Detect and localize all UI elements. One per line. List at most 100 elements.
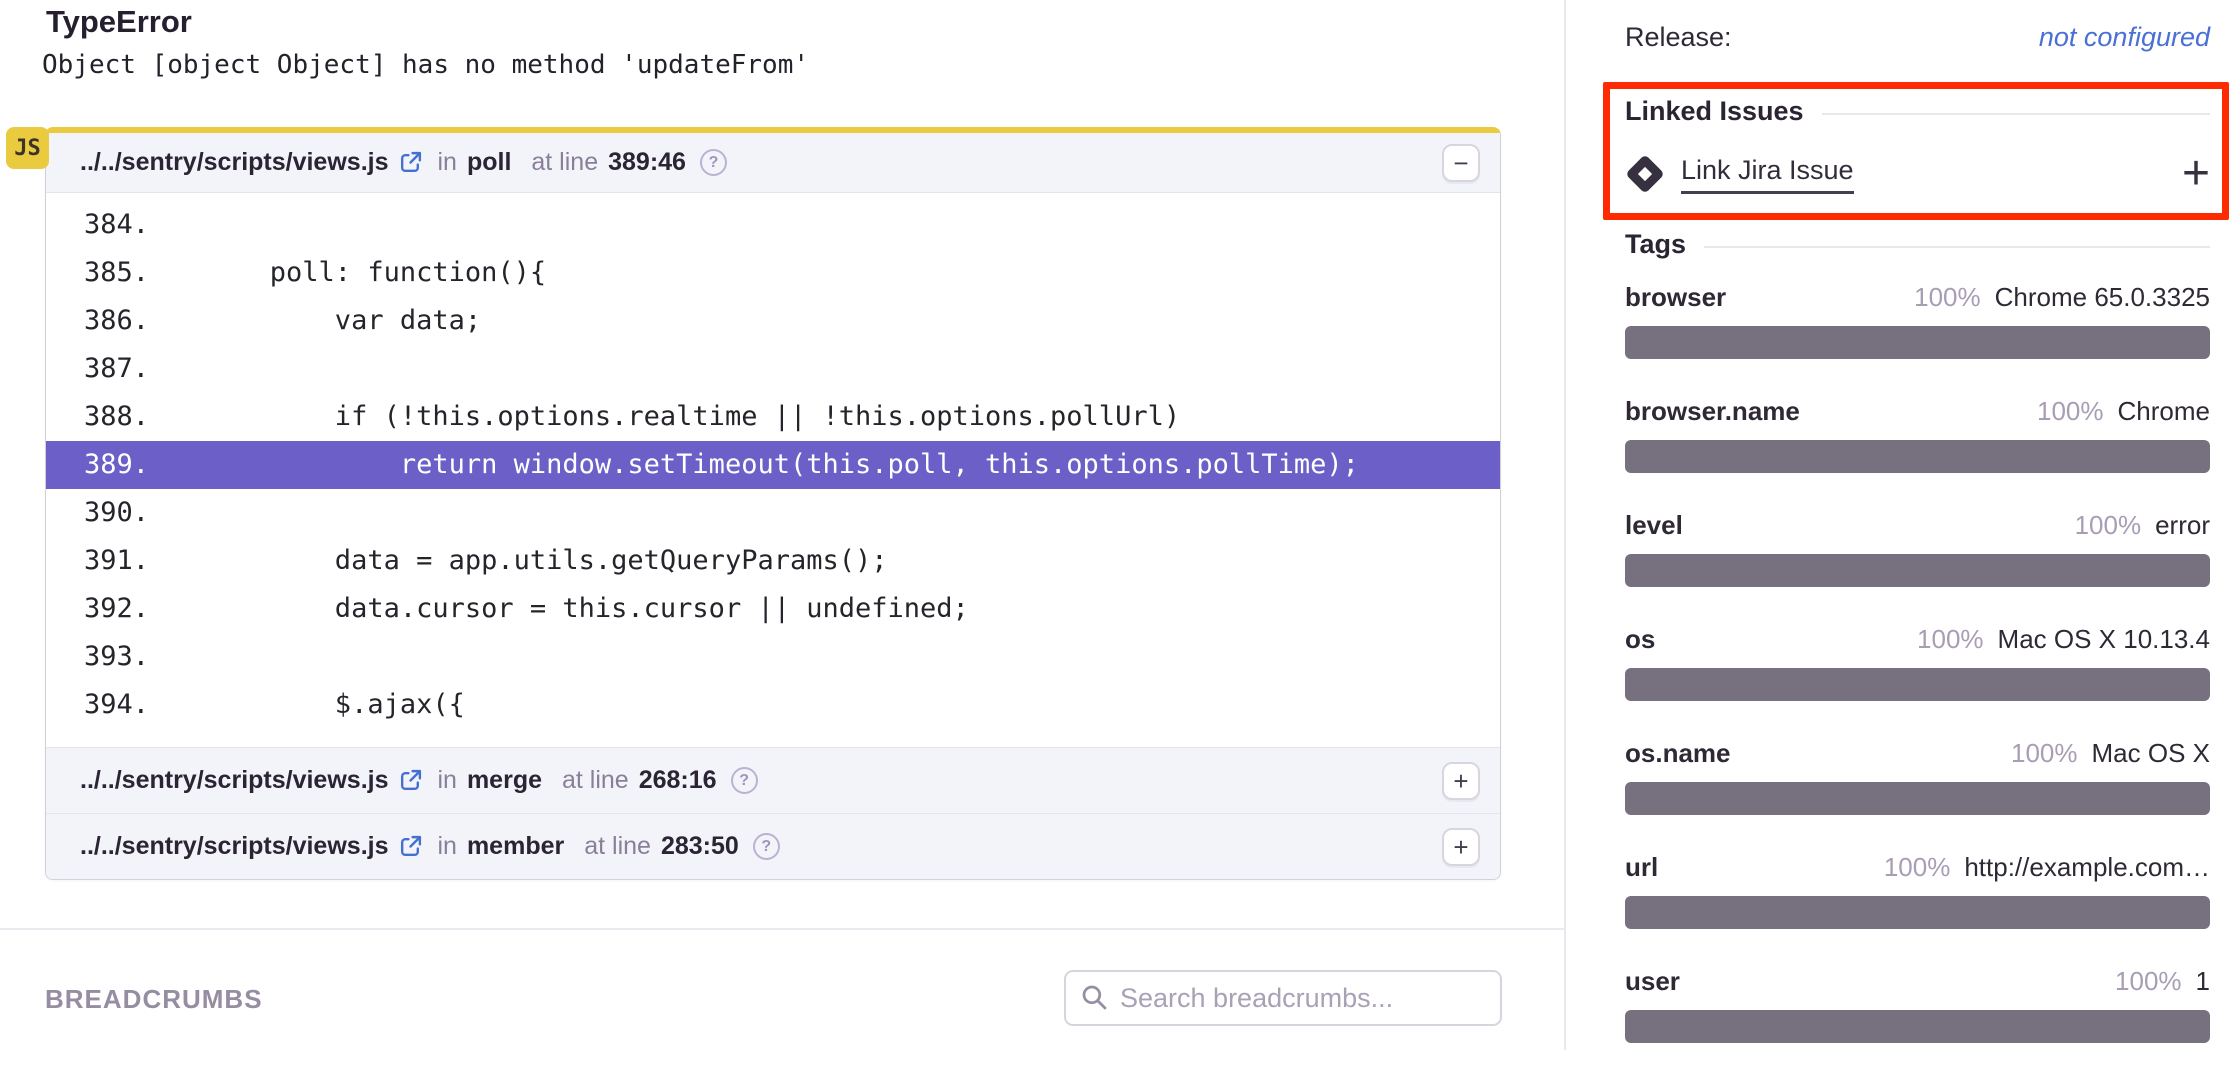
- event-sidebar: Release: not configured Linked Issues Li…: [1568, 0, 2234, 1050]
- frame-line-number: 389:46: [608, 148, 686, 177]
- tag-summary: 100% error: [2075, 510, 2210, 541]
- tag-distribution-bar[interactable]: [1625, 554, 2210, 587]
- frame-function-name: member: [467, 832, 564, 861]
- tag-key[interactable]: browser: [1625, 282, 1726, 313]
- code-line-number: 393.: [46, 633, 156, 681]
- heading-rule: [1822, 113, 2210, 115]
- code-line: 394. $.ajax({: [46, 681, 1500, 729]
- tag-key[interactable]: level: [1625, 510, 1683, 541]
- code-line-number: 385.: [46, 249, 156, 297]
- expand-frame-button[interactable]: +: [1442, 762, 1480, 800]
- tag-distribution-bar[interactable]: [1625, 326, 2210, 359]
- stack-frame-header-member[interactable]: ../../sentry/scripts/views.js in member …: [46, 813, 1500, 879]
- section-divider: [0, 928, 1566, 930]
- frame-function-name: merge: [467, 766, 542, 795]
- release-not-configured-link[interactable]: not configured: [2039, 22, 2210, 53]
- tag-distribution-bar[interactable]: [1625, 440, 2210, 473]
- code-line-number: 391.: [46, 537, 156, 585]
- tag-percent: 100%: [1884, 852, 1951, 883]
- external-link-icon[interactable]: [398, 150, 423, 175]
- link-jira-issue-link[interactable]: Link Jira Issue: [1681, 155, 1854, 194]
- exception-panel: TypeError Object [object Object] has no …: [0, 0, 1566, 1050]
- stack-frame-header-poll[interactable]: ../../sentry/scripts/views.js in poll at…: [46, 133, 1500, 193]
- code-line-highlighted: 389. return window.setTimeout(this.poll,…: [46, 441, 1500, 489]
- external-link-icon[interactable]: [398, 768, 423, 793]
- tag-percent: 100%: [2075, 510, 2142, 541]
- tag-value: Mac OS X 10.13.4: [1998, 624, 2210, 655]
- external-link-icon[interactable]: [398, 834, 423, 859]
- tag-row-os.name: os.name100%Mac OS X: [1625, 738, 2210, 848]
- frame-atline-label: at line: [531, 148, 598, 177]
- tag-summary: 100% Chrome 65.0.3325: [1914, 282, 2210, 313]
- tag-value: http://example.com…: [1964, 852, 2210, 883]
- add-linked-issue-button[interactable]: +: [2182, 154, 2210, 194]
- code-line: 384.: [46, 201, 1500, 249]
- frame-in-label: in: [437, 148, 456, 177]
- tag-value: error: [2155, 510, 2210, 541]
- help-icon[interactable]: ?: [731, 767, 758, 794]
- tags-list: browser 100% Chrome 65.0.3325 browser.name 1…: [1625, 278, 2210, 1076]
- frame-atline-label: at line: [584, 832, 651, 861]
- code-line: 391. data = app.utils.getQueryParams();: [46, 537, 1500, 585]
- code-line-text: if (!this.options.realtime || !this.opti…: [156, 393, 1500, 441]
- breadcrumbs-search-input[interactable]: [1120, 983, 1486, 1014]
- code-line-text: [156, 345, 1500, 393]
- code-line: 390.: [46, 489, 1500, 537]
- code-line-number: 390.: [46, 489, 156, 537]
- jira-icon: [1625, 154, 1665, 194]
- tag-key[interactable]: os.name: [1625, 738, 1731, 769]
- frame-atline-label: at line: [562, 766, 629, 795]
- tag-distribution-bar[interactable]: [1625, 1010, 2210, 1043]
- link-jira-issue-row: Link Jira Issue +: [1625, 150, 2210, 198]
- code-line-text: data.cursor = this.cursor || undefined;: [156, 585, 1500, 633]
- tag-distribution-bar[interactable]: [1625, 782, 2210, 815]
- tag-row-url: url 100% http://example.com…: [1625, 852, 2210, 962]
- tag-key[interactable]: url: [1625, 852, 1658, 883]
- expand-frame-button[interactable]: +: [1442, 828, 1480, 866]
- code-line-text: data = app.utils.getQueryParams();: [156, 537, 1500, 585]
- breadcrumbs-heading: BREADCRUMBS: [45, 984, 263, 1015]
- breadcrumbs-search-box[interactable]: [1064, 970, 1502, 1026]
- frame-function-name: poll: [467, 148, 511, 177]
- linked-issues-heading-label: Linked Issues: [1625, 96, 1804, 127]
- error-message: Object [object Object] has no method 'up…: [42, 50, 809, 80]
- tag-value: Chrome 65.0.3325: [1995, 282, 2210, 313]
- source-code-context: 384.385. poll: function(){386. var data;…: [46, 193, 1500, 747]
- code-line-number: 386.: [46, 297, 156, 345]
- platform-js-badge: JS: [6, 127, 49, 169]
- code-line: 385. poll: function(){: [46, 249, 1500, 297]
- tag-percent: 100%: [2011, 738, 2078, 769]
- tag-key[interactable]: os: [1625, 624, 1655, 655]
- frame-file-path: ../../sentry/scripts/views.js: [80, 148, 388, 177]
- error-type-title: TypeError: [46, 4, 192, 40]
- tag-value: Chrome: [2118, 396, 2210, 427]
- tag-percent: 100%: [2115, 966, 2182, 997]
- code-line-number: 394.: [46, 681, 156, 729]
- release-label: Release:: [1625, 22, 1732, 53]
- code-line: 386. var data;: [46, 297, 1500, 345]
- linked-issues-section-heading: Linked Issues: [1625, 96, 2210, 127]
- frame-in-label: in: [437, 832, 456, 861]
- heading-rule: [1704, 246, 2210, 248]
- tag-percent: 100%: [1914, 282, 1981, 313]
- tag-distribution-bar[interactable]: [1625, 896, 2210, 929]
- tag-summary: 100% http://example.com…: [1884, 852, 2210, 883]
- code-line-text: poll: function(){: [156, 249, 1500, 297]
- tag-summary: 100% 1: [2115, 966, 2210, 997]
- code-line-number: 392.: [46, 585, 156, 633]
- tag-value: 1: [2196, 966, 2210, 997]
- tag-summary: 100% Mac OS X 10.13.4: [1917, 624, 2210, 655]
- collapse-frame-button[interactable]: −: [1442, 144, 1480, 182]
- frame-file-path: ../../sentry/scripts/views.js: [80, 832, 388, 861]
- code-line-text: $.ajax({: [156, 681, 1500, 729]
- help-icon[interactable]: ?: [700, 149, 727, 176]
- help-icon[interactable]: ?: [753, 833, 780, 860]
- tag-distribution-bar[interactable]: [1625, 668, 2210, 701]
- code-line-text: [156, 489, 1500, 537]
- release-row: Release: not configured: [1625, 22, 2210, 53]
- tag-key[interactable]: browser.name: [1625, 396, 1800, 427]
- code-line: 393.: [46, 633, 1500, 681]
- stack-frame-header-merge[interactable]: ../../sentry/scripts/views.js in merge a…: [46, 747, 1500, 813]
- tag-key[interactable]: user: [1625, 966, 1680, 997]
- tag-percent: 100%: [1917, 624, 1984, 655]
